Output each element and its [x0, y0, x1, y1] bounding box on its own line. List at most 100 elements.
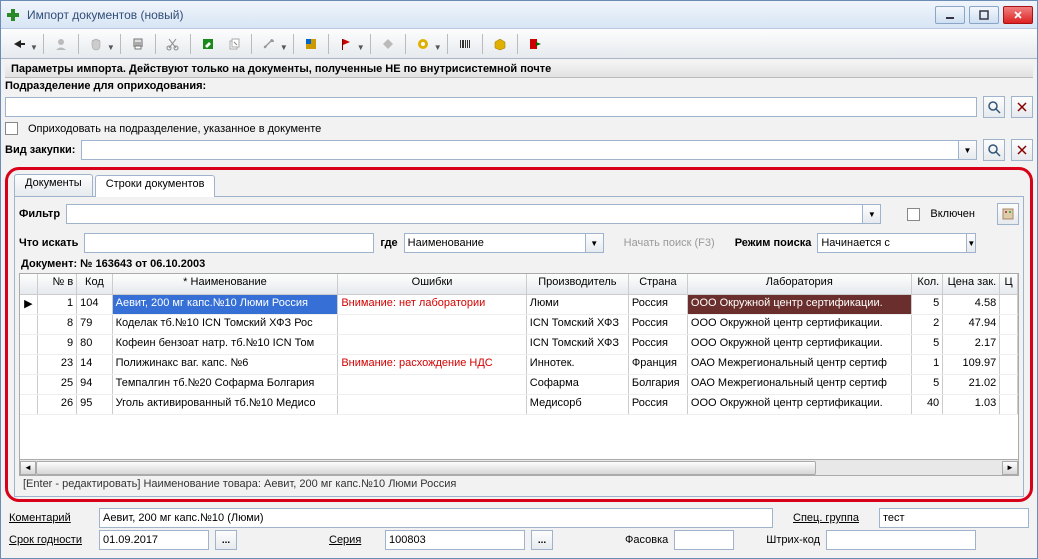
- col-err[interactable]: Ошибки: [338, 274, 526, 294]
- col-kod[interactable]: Код: [77, 274, 112, 294]
- cell[interactable]: Коделак тб.№10 ICN Томский ХФЗ Рос: [113, 315, 339, 334]
- cell[interactable]: [338, 395, 526, 414]
- cell[interactable]: Внимание: нет лаборатории: [338, 295, 526, 314]
- barcode-input[interactable]: [826, 530, 976, 550]
- scroll-left-icon[interactable]: ◄: [20, 461, 36, 475]
- cell[interactable]: 2: [912, 315, 944, 334]
- cell[interactable]: 80: [77, 335, 112, 354]
- table-row[interactable]: 879Коделак тб.№10 ICN Томский ХФЗ Рос ICN…: [20, 315, 1018, 335]
- cell[interactable]: [1000, 315, 1018, 334]
- cell[interactable]: 23: [38, 355, 77, 374]
- cell[interactable]: [1000, 295, 1018, 314]
- cell[interactable]: [20, 335, 38, 354]
- user-icon[interactable]: [49, 32, 73, 56]
- cell[interactable]: 94: [77, 375, 112, 394]
- division-lookup-button[interactable]: [983, 96, 1005, 118]
- cell[interactable]: [1000, 355, 1018, 374]
- col-last[interactable]: Ц: [1000, 274, 1018, 294]
- cell[interactable]: Внимание: расхождение НДС: [338, 355, 526, 374]
- col-selector[interactable]: [20, 274, 38, 294]
- table-row[interactable]: ▶1104Аевит, 200 мг капс.№10 Люми РоссияВ…: [20, 295, 1018, 315]
- series-picker-button[interactable]: ...: [531, 530, 553, 550]
- cell[interactable]: [20, 315, 38, 334]
- cell[interactable]: Медисорб: [527, 395, 629, 414]
- cell[interactable]: 104: [77, 295, 112, 314]
- cell[interactable]: 4.58: [943, 295, 1000, 314]
- search-mode-input[interactable]: [817, 233, 967, 253]
- cell[interactable]: Франция: [629, 355, 688, 374]
- cell[interactable]: Россия: [629, 315, 688, 334]
- cell[interactable]: Россия: [629, 295, 688, 314]
- cell[interactable]: 95: [77, 395, 112, 414]
- exit-icon[interactable]: [523, 32, 547, 56]
- cell[interactable]: Софарма: [527, 375, 629, 394]
- cell[interactable]: 21.02: [943, 375, 1000, 394]
- edit-copy-icon[interactable]: [222, 32, 246, 56]
- cell[interactable]: Кофеин бензоат натр. тб.№10 ICN Том: [113, 335, 339, 354]
- col-kol[interactable]: Кол.: [912, 274, 944, 294]
- cell[interactable]: [20, 375, 38, 394]
- back-button[interactable]: [7, 32, 31, 56]
- cell[interactable]: ООО Окружной центр сертификации.: [688, 395, 912, 414]
- col-price[interactable]: Цена зак.: [943, 274, 1000, 294]
- cell[interactable]: 14: [77, 355, 112, 374]
- col-name[interactable]: * Наименование: [113, 274, 339, 294]
- cell[interactable]: ICN Томский ХФЗ: [527, 335, 629, 354]
- cell[interactable]: 25: [38, 375, 77, 394]
- filter-enabled-checkbox[interactable]: [907, 208, 920, 221]
- cell[interactable]: 8: [38, 315, 77, 334]
- division-clear-button[interactable]: [1011, 96, 1033, 118]
- comment-label[interactable]: Коментарий: [9, 512, 93, 524]
- series-input[interactable]: [385, 530, 525, 550]
- table-row[interactable]: 2594Темпалгин тб.№20 Софарма Болгария Соф…: [20, 375, 1018, 395]
- purchase-type-dropdown[interactable]: ▼: [959, 140, 977, 160]
- purchase-type-input[interactable]: [81, 140, 959, 160]
- horizontal-scrollbar[interactable]: ◄ ►: [19, 460, 1019, 476]
- cell[interactable]: 47.94: [943, 315, 1000, 334]
- cell[interactable]: Люми: [527, 295, 629, 314]
- purchase-lookup-button[interactable]: [983, 139, 1005, 161]
- cell[interactable]: Уголь активированный тб.№10 Медисо: [113, 395, 339, 414]
- search-what-input[interactable]: [84, 233, 374, 253]
- box-gold-icon[interactable]: [488, 32, 512, 56]
- cell[interactable]: [338, 335, 526, 354]
- cell[interactable]: [1000, 335, 1018, 354]
- cell[interactable]: 5: [912, 335, 944, 354]
- cell[interactable]: Иннотек.: [527, 355, 629, 374]
- cell[interactable]: ООО Окружной центр сертификации.: [688, 315, 912, 334]
- cell[interactable]: 40: [912, 395, 944, 414]
- cell[interactable]: 79: [77, 315, 112, 334]
- spec-group-input[interactable]: [879, 508, 1029, 528]
- cell[interactable]: Темпалгин тб.№20 Софарма Болгария: [113, 375, 339, 394]
- color-icon[interactable]: [299, 32, 323, 56]
- expiry-picker-button[interactable]: ...: [215, 530, 237, 550]
- cell[interactable]: 109.97: [943, 355, 1000, 374]
- col-country[interactable]: Страна: [629, 274, 688, 294]
- close-button[interactable]: [1003, 6, 1033, 24]
- scroll-thumb[interactable]: [36, 461, 816, 475]
- search-where-input[interactable]: [404, 233, 586, 253]
- scroll-right-icon[interactable]: ►: [1002, 461, 1018, 475]
- print-icon[interactable]: [126, 32, 150, 56]
- cell[interactable]: ОАО Межрегиональный центр сертиф: [688, 355, 912, 374]
- search-mode-dropdown[interactable]: ▼: [967, 233, 976, 253]
- cell[interactable]: ▶: [20, 295, 38, 314]
- filter-settings-button[interactable]: [997, 203, 1019, 225]
- filter-dropdown[interactable]: ▼: [863, 204, 881, 224]
- edit-green-icon[interactable]: [196, 32, 220, 56]
- use-doc-division-checkbox[interactable]: [5, 122, 18, 135]
- tab-document-lines[interactable]: Строки документов: [95, 175, 216, 197]
- spec-group-label[interactable]: Спец. группа: [793, 512, 873, 524]
- cell[interactable]: [20, 355, 38, 374]
- cell[interactable]: ICN Томский ХФЗ: [527, 315, 629, 334]
- cell[interactable]: Россия: [629, 335, 688, 354]
- division-input[interactable]: [5, 97, 977, 117]
- cell[interactable]: 1.03: [943, 395, 1000, 414]
- cell[interactable]: 5: [912, 295, 944, 314]
- expiry-input[interactable]: [99, 530, 209, 550]
- table-row[interactable]: 980Кофеин бензоат натр. тб.№10 ICN ТомIC…: [20, 335, 1018, 355]
- filter-input[interactable]: [66, 204, 863, 224]
- cell[interactable]: Россия: [629, 395, 688, 414]
- flag-red-icon[interactable]: [334, 32, 358, 56]
- cell[interactable]: 26: [38, 395, 77, 414]
